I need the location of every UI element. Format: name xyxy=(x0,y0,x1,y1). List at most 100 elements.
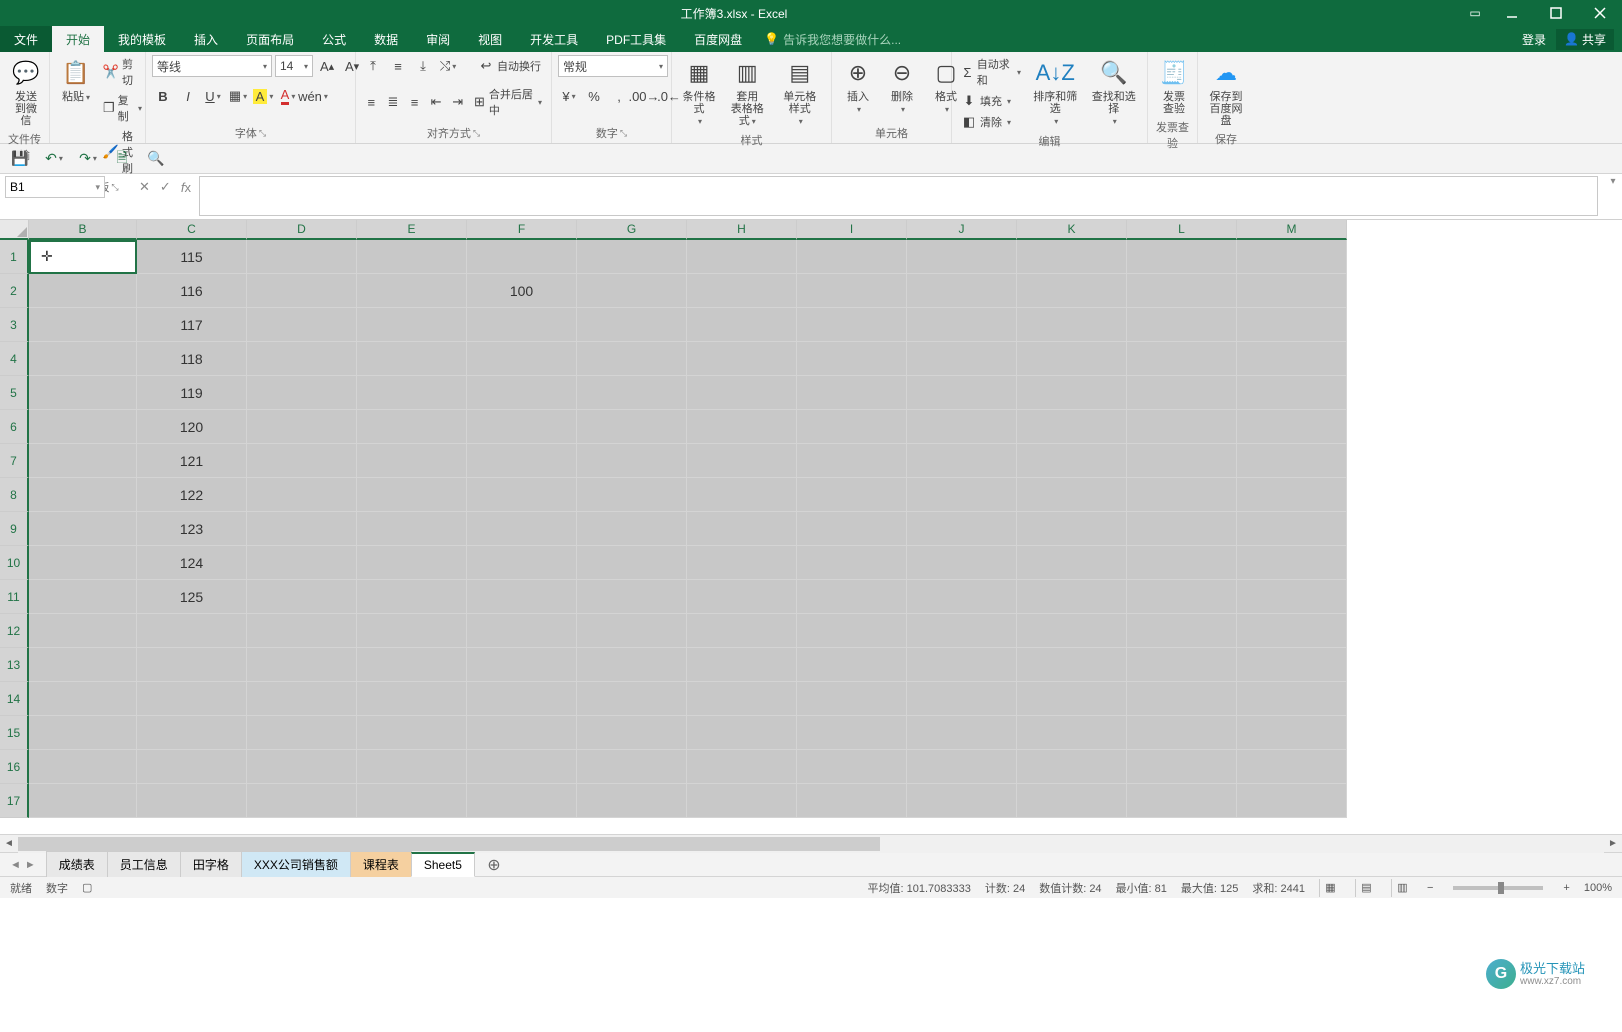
cell-C1[interactable]: 115 xyxy=(137,240,247,274)
row-header-7[interactable]: 7 xyxy=(0,444,29,478)
cell-G6[interactable] xyxy=(577,410,687,444)
align-middle-icon[interactable]: ≡ xyxy=(387,55,409,77)
cell-M3[interactable] xyxy=(1237,308,1347,342)
cell-G14[interactable] xyxy=(577,682,687,716)
clipboard-expand-icon[interactable]: ⤡ xyxy=(111,182,118,193)
cell-B8[interactable] xyxy=(29,478,137,512)
cell-G8[interactable] xyxy=(577,478,687,512)
cell-E7[interactable] xyxy=(357,444,467,478)
cell-I1[interactable] xyxy=(797,240,907,274)
cell-E5[interactable] xyxy=(357,376,467,410)
cell-F12[interactable] xyxy=(467,614,577,648)
cell-D14[interactable] xyxy=(247,682,357,716)
cell-C12[interactable] xyxy=(137,614,247,648)
cell-D4[interactable] xyxy=(247,342,357,376)
row-header-5[interactable]: 5 xyxy=(0,376,29,410)
cell-F17[interactable] xyxy=(467,784,577,818)
cell-J16[interactable] xyxy=(907,750,1017,784)
italic-button[interactable]: I xyxy=(177,85,199,107)
cell-M11[interactable] xyxy=(1237,580,1347,614)
cell-F8[interactable] xyxy=(467,478,577,512)
cell-F10[interactable] xyxy=(467,546,577,580)
cell-L8[interactable] xyxy=(1127,478,1237,512)
cell-B6[interactable] xyxy=(29,410,137,444)
cell-L13[interactable] xyxy=(1127,648,1237,682)
clear-button[interactable]: ◧清除▾ xyxy=(958,113,1024,131)
cell-K1[interactable] xyxy=(1017,240,1127,274)
name-box[interactable]: B1▾ xyxy=(5,176,105,198)
cell-H9[interactable] xyxy=(687,512,797,546)
undo-button[interactable]: ↶▾ xyxy=(44,149,64,169)
cell-B16[interactable] xyxy=(29,750,137,784)
cell-F1[interactable] xyxy=(467,240,577,274)
cell-F15[interactable] xyxy=(467,716,577,750)
cell-C5[interactable]: 119 xyxy=(137,376,247,410)
cell-G15[interactable] xyxy=(577,716,687,750)
cell-L10[interactable] xyxy=(1127,546,1237,580)
cell-C8[interactable]: 122 xyxy=(137,478,247,512)
cancel-formula-icon[interactable]: ✕ xyxy=(139,179,150,195)
cell-I3[interactable] xyxy=(797,308,907,342)
horizontal-scrollbar[interactable]: ◄ ► xyxy=(0,834,1622,852)
cell-styles-button[interactable]: ▤单元格样式▾ xyxy=(775,55,825,130)
wrap-text-button[interactable]: ↩自动换行 xyxy=(475,57,544,75)
cell-D7[interactable] xyxy=(247,444,357,478)
ribbon-options-icon[interactable]: ▭ xyxy=(1460,0,1490,26)
row-header-16[interactable]: 16 xyxy=(0,750,29,784)
cell-E16[interactable] xyxy=(357,750,467,784)
cell-C3[interactable]: 117 xyxy=(137,308,247,342)
column-header-E[interactable]: E xyxy=(357,220,467,240)
cell-B11[interactable] xyxy=(29,580,137,614)
cell-F2[interactable]: 100 xyxy=(467,274,577,308)
cell-G7[interactable] xyxy=(577,444,687,478)
cell-F4[interactable] xyxy=(467,342,577,376)
cell-L15[interactable] xyxy=(1127,716,1237,750)
cell-J15[interactable] xyxy=(907,716,1017,750)
cell-E12[interactable] xyxy=(357,614,467,648)
find-select-button[interactable]: 🔍查找和选择▾ xyxy=(1086,55,1141,130)
cell-M8[interactable] xyxy=(1237,478,1347,512)
cell-F14[interactable] xyxy=(467,682,577,716)
cell-M6[interactable] xyxy=(1237,410,1347,444)
merge-center-button[interactable]: ⊞合并后居中▾ xyxy=(470,85,545,119)
login-link[interactable]: 登录 xyxy=(1522,31,1546,48)
cell-H6[interactable] xyxy=(687,410,797,444)
cell-B15[interactable] xyxy=(29,716,137,750)
cell-K13[interactable] xyxy=(1017,648,1127,682)
worksheet-grid[interactable]: BCDEFGHIJKLM 1234567891011121314151617 ✛… xyxy=(0,220,1622,834)
autosum-button[interactable]: Σ自动求和▾ xyxy=(958,55,1024,89)
cell-I10[interactable] xyxy=(797,546,907,580)
tab-formulas[interactable]: 公式 xyxy=(308,26,360,52)
zoom-level[interactable]: 100% xyxy=(1584,882,1612,894)
font-size-select[interactable]: 14▾ xyxy=(275,55,313,77)
cell-D1[interactable] xyxy=(247,240,357,274)
row-header-2[interactable]: 2 xyxy=(0,274,29,308)
cell-E2[interactable] xyxy=(357,274,467,308)
cell-F3[interactable] xyxy=(467,308,577,342)
align-bottom-icon[interactable]: ⤓ xyxy=(412,55,434,77)
row-header-13[interactable]: 13 xyxy=(0,648,29,682)
cell-H14[interactable] xyxy=(687,682,797,716)
column-header-H[interactable]: H xyxy=(687,220,797,240)
bold-button[interactable]: B xyxy=(152,85,174,107)
row-header-6[interactable]: 6 xyxy=(0,410,29,444)
cell-H11[interactable] xyxy=(687,580,797,614)
cell-F16[interactable] xyxy=(467,750,577,784)
percent-icon[interactable]: % xyxy=(583,85,605,107)
cell-E17[interactable] xyxy=(357,784,467,818)
number-expand-icon[interactable]: ⤡ xyxy=(620,128,627,139)
cell-I6[interactable] xyxy=(797,410,907,444)
row-header-17[interactable]: 17 xyxy=(0,784,29,818)
number-format-select[interactable]: 常规▾ xyxy=(558,55,668,77)
cell-F5[interactable] xyxy=(467,376,577,410)
cell-J3[interactable] xyxy=(907,308,1017,342)
cell-J9[interactable] xyxy=(907,512,1017,546)
invoice-check-button[interactable]: 🧾发票 查验 xyxy=(1154,55,1194,117)
column-header-C[interactable]: C xyxy=(137,220,247,240)
cell-D12[interactable] xyxy=(247,614,357,648)
sheet-nav-last-icon[interactable]: ► xyxy=(25,859,36,871)
cell-C14[interactable] xyxy=(137,682,247,716)
column-header-I[interactable]: I xyxy=(797,220,907,240)
cell-C2[interactable]: 116 xyxy=(137,274,247,308)
cell-D3[interactable] xyxy=(247,308,357,342)
